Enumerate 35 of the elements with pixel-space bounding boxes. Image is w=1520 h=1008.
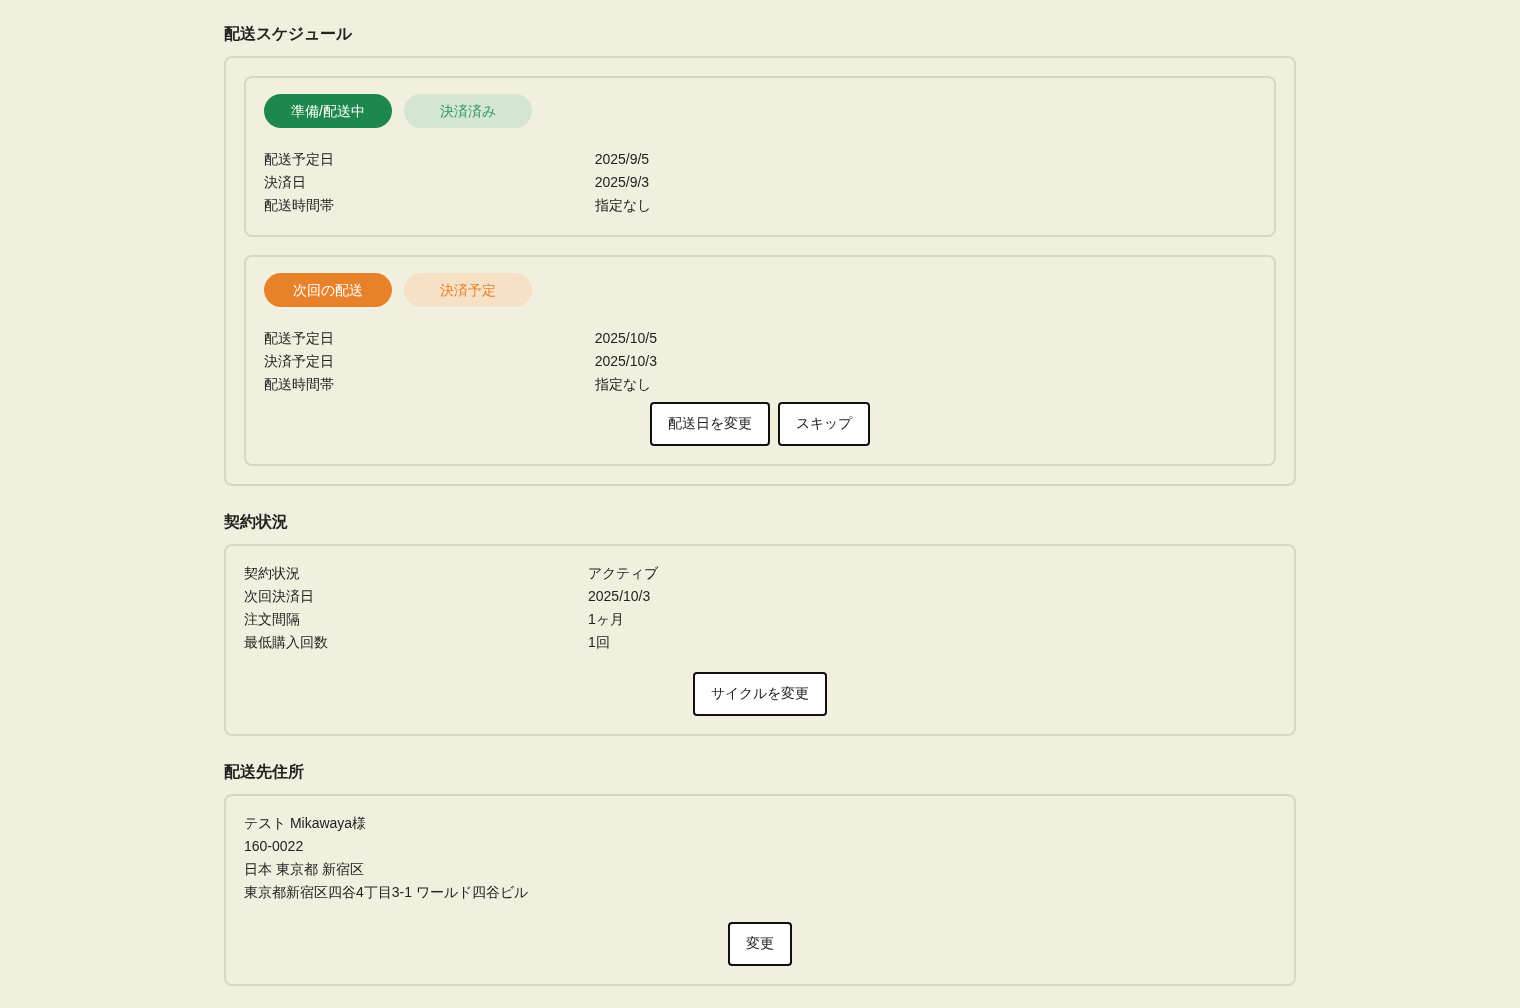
status-badge: 準備/配送中 bbox=[264, 94, 392, 128]
change-cycle-button[interactable]: サイクルを変更 bbox=[693, 672, 827, 716]
address-line: 160-0022 bbox=[244, 837, 305, 856]
field-label: 配送予定日 bbox=[264, 329, 335, 348]
action-button[interactable]: スキップ bbox=[778, 402, 870, 446]
field-value: 指定なし bbox=[594, 196, 652, 215]
status-badge: 決済予定 bbox=[404, 273, 532, 307]
field-value: 指定なし bbox=[594, 375, 652, 394]
field-label: 次回決済日 bbox=[244, 587, 315, 606]
field-label: 配送時間帯 bbox=[264, 196, 335, 215]
field-value: 2025/9/3 bbox=[594, 173, 651, 192]
field-label: 決済予定日 bbox=[264, 352, 335, 371]
section-title: 契約状況 bbox=[224, 512, 289, 532]
field-label: 注文間隔 bbox=[244, 610, 301, 629]
address-line: 東京都新宿区四谷4丁目3-1 ワールド四谷ビル bbox=[244, 883, 529, 902]
address-line: テスト Mikawaya様 bbox=[244, 814, 368, 833]
field-label: 契約状況 bbox=[244, 564, 301, 583]
field-value: 2025/10/5 bbox=[594, 329, 658, 348]
field-value: 1回 bbox=[588, 633, 611, 652]
section-title: 配送先住所 bbox=[224, 762, 305, 782]
section-title: 配送スケジュール bbox=[224, 24, 353, 44]
field-value: 2025/10/3 bbox=[588, 587, 652, 606]
field-value: 1ヶ月 bbox=[588, 610, 625, 629]
status-badge: 次回の配送 bbox=[264, 273, 392, 307]
field-value: 2025/9/5 bbox=[594, 150, 651, 169]
field-label: 配送予定日 bbox=[264, 150, 335, 169]
field-label: 最低購入回数 bbox=[244, 633, 329, 652]
field-value: アクティブ bbox=[588, 564, 659, 583]
field-label: 決済日 bbox=[264, 173, 307, 192]
field-label: 配送時間帯 bbox=[264, 375, 335, 394]
change-address-button[interactable]: 変更 bbox=[728, 922, 792, 966]
action-button[interactable]: 配送日を変更 bbox=[650, 402, 770, 446]
status-badge: 決済済み bbox=[404, 94, 532, 128]
field-value: 2025/10/3 bbox=[594, 352, 658, 371]
address-line: 日本 東京都 新宿区 bbox=[244, 860, 365, 879]
